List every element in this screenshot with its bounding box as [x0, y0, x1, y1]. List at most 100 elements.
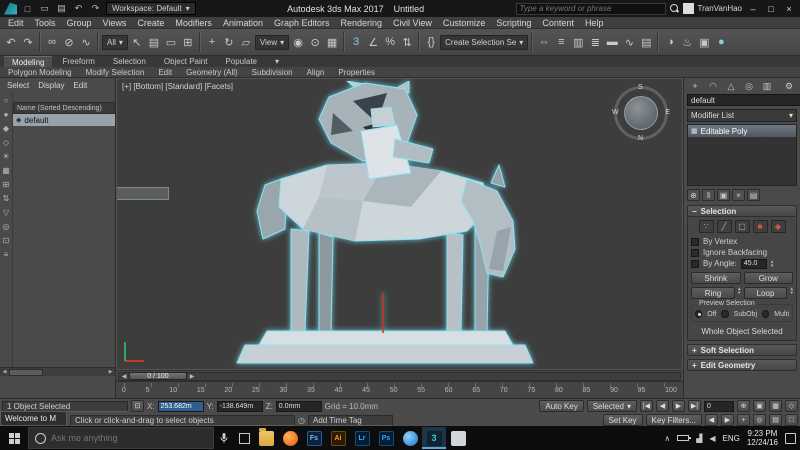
previous-frame-icon[interactable]: ◀: [656, 400, 669, 412]
angle-snap-icon[interactable]: ∠: [365, 33, 381, 51]
previous-frame-icon[interactable]: ◀: [120, 373, 128, 380]
set-key-button[interactable]: Set Key: [602, 414, 643, 426]
menu-create[interactable]: Create: [137, 18, 164, 28]
x-coordinate-field[interactable]: [157, 400, 204, 412]
hierarchy-tab-icon[interactable]: △: [724, 80, 738, 92]
rectangular-selection-region-icon[interactable]: ▭: [163, 33, 179, 51]
curve-editor-icon[interactable]: ∿: [621, 33, 637, 51]
polygon-icon[interactable]: ■: [752, 220, 768, 233]
spinner-snap-icon[interactable]: ⇅: [399, 33, 415, 51]
menu-help[interactable]: Help: [585, 18, 604, 28]
time-slider[interactable]: ◀ 0 / 100 ▶: [116, 370, 683, 381]
track-bar[interactable]: 0 5 10 15 20 25 30 35 40 45 50 55 60 65 …: [116, 381, 683, 398]
rendered-frame-window-icon[interactable]: ▣: [696, 33, 712, 51]
taskbar-app-photoshop[interactable]: Ps: [374, 427, 398, 449]
current-frame-field[interactable]: [704, 400, 734, 412]
menu-rendering[interactable]: Rendering: [341, 18, 383, 28]
add-time-tag-field[interactable]: Add Time Tag: [307, 414, 393, 426]
ribbon-panel-edit[interactable]: Edit: [158, 68, 172, 77]
percent-snap-icon[interactable]: %: [382, 33, 398, 51]
mirror-icon[interactable]: ⇔: [536, 33, 552, 51]
by-vertex-checkbox[interactable]: [691, 237, 699, 246]
select-and-link-icon[interactable]: ∞: [44, 33, 60, 51]
reference-coordinate-dropdown[interactable]: View ▾: [254, 34, 290, 50]
ribbon-minimize-icon[interactable]: ▾: [267, 56, 287, 67]
scene-explorer-menu-display[interactable]: Display: [38, 81, 64, 90]
edit-named-selection-sets-icon[interactable]: {}: [423, 33, 439, 51]
orbit-icon[interactable]: ◎: [753, 414, 766, 426]
search-icon[interactable]: [669, 4, 679, 13]
maximize-viewport-toggle-icon[interactable]: ▤: [769, 414, 782, 426]
window-crossing-icon[interactable]: ⊞: [180, 33, 196, 51]
display-all-icon[interactable]: ●: [1, 109, 12, 120]
undo-icon[interactable]: ↶: [3, 33, 19, 51]
spin-down-icon[interactable]: ▾: [738, 291, 741, 296]
taskbar-app-firefox[interactable]: [278, 427, 302, 449]
display-none-icon[interactable]: ○: [1, 95, 12, 106]
menu-group[interactable]: Group: [67, 18, 92, 28]
select-and-rotate-icon[interactable]: ↻: [221, 33, 237, 51]
scene-explorer-column-header[interactable]: Name (Sorted Descending): [13, 102, 115, 114]
edit-geometry-rollout-header[interactable]: + Edit Geometry: [687, 359, 797, 371]
view-cube[interactable]: S E N W: [612, 84, 670, 142]
show-hidden-icons-chevron[interactable]: ∧: [664, 434, 670, 443]
display-cameras-icon[interactable]: ▦: [1, 165, 12, 176]
select-and-manipulate-icon[interactable]: ⊙: [307, 33, 323, 51]
save-file-icon[interactable]: ▤: [55, 2, 68, 15]
compass-inner[interactable]: [624, 96, 658, 130]
volume-icon[interactable]: ◀: [709, 434, 715, 443]
taskbar-search[interactable]: [28, 427, 214, 449]
compass-west[interactable]: W: [612, 109, 619, 116]
ribbon-tab-freeform[interactable]: Freeform: [54, 56, 102, 67]
selection-rollout-header[interactable]: − Selection: [687, 205, 797, 217]
vertex-icon[interactable]: ∵: [698, 220, 714, 233]
border-icon[interactable]: ▢: [734, 220, 750, 233]
task-view-icon[interactable]: [234, 426, 254, 450]
next-key-icon[interactable]: ▶: [721, 414, 734, 426]
scene-explorer-hscrollbar[interactable]: ◀ ▶: [0, 367, 115, 376]
welcome-window-titlebar[interactable]: Welcome to M: [0, 411, 67, 426]
slate-material-editor-icon[interactable]: ◑: [662, 33, 678, 51]
loop-button[interactable]: Loop: [743, 287, 788, 299]
y-coordinate-field[interactable]: [216, 400, 263, 412]
maximize-button[interactable]: □: [764, 2, 778, 15]
ribbon-tab-modeling[interactable]: Modeling: [4, 56, 53, 67]
align-icon[interactable]: ≡: [553, 33, 569, 51]
language-indicator[interactable]: ENG: [723, 434, 740, 443]
battery-icon[interactable]: [677, 435, 692, 441]
object-name-field[interactable]: [687, 94, 800, 106]
spin-down-icon[interactable]: ▾: [790, 291, 793, 296]
taskbar-search-input[interactable]: [51, 433, 191, 443]
named-selection-sets-dropdown[interactable]: Create Selection Se ▾: [440, 34, 529, 50]
clock-icon[interactable]: ◷: [298, 416, 305, 425]
compass-east[interactable]: E: [665, 109, 670, 116]
use-pivot-point-icon[interactable]: ◉: [290, 33, 306, 51]
display-tab-icon[interactable]: ▥: [760, 80, 774, 92]
unlink-selection-icon[interactable]: ⊘: [61, 33, 77, 51]
display-shapes-icon[interactable]: ◇: [1, 137, 12, 148]
zoom-all-icon[interactable]: ▣: [753, 400, 766, 412]
grow-button[interactable]: Grow: [743, 272, 793, 284]
redo-icon[interactable]: ↷: [20, 33, 36, 51]
toggle-ribbon-icon[interactable]: ▬: [604, 33, 620, 51]
menu-animation[interactable]: Animation: [223, 18, 263, 28]
element-icon[interactable]: ◆: [770, 220, 786, 233]
compass-south[interactable]: S: [638, 84, 643, 91]
pan-icon[interactable]: +: [737, 414, 750, 426]
by-angle-checkbox[interactable]: [691, 259, 699, 268]
render-setup-icon[interactable]: ♨: [679, 33, 695, 51]
select-by-name-icon[interactable]: ▤: [146, 33, 162, 51]
ribbon-panel-align[interactable]: Align: [307, 68, 325, 77]
menu-scripting[interactable]: Scripting: [496, 18, 531, 28]
display-geometry-icon[interactable]: ◆: [1, 123, 12, 134]
render-production-icon[interactable]: ●: [713, 33, 729, 51]
preview-off-radio[interactable]: [695, 310, 703, 318]
lock-icon[interactable]: ⊡: [1, 235, 12, 246]
menu-tools[interactable]: Tools: [35, 18, 56, 28]
workspace-selector[interactable]: Workspace: Default ▾: [106, 2, 196, 15]
display-lights-icon[interactable]: ☀: [1, 151, 12, 162]
network-icon[interactable]: ▟: [696, 434, 702, 443]
action-center-icon[interactable]: [785, 432, 796, 444]
microphone-icon[interactable]: [214, 426, 234, 450]
configure-modifier-sets-icon[interactable]: ▤: [747, 189, 760, 201]
